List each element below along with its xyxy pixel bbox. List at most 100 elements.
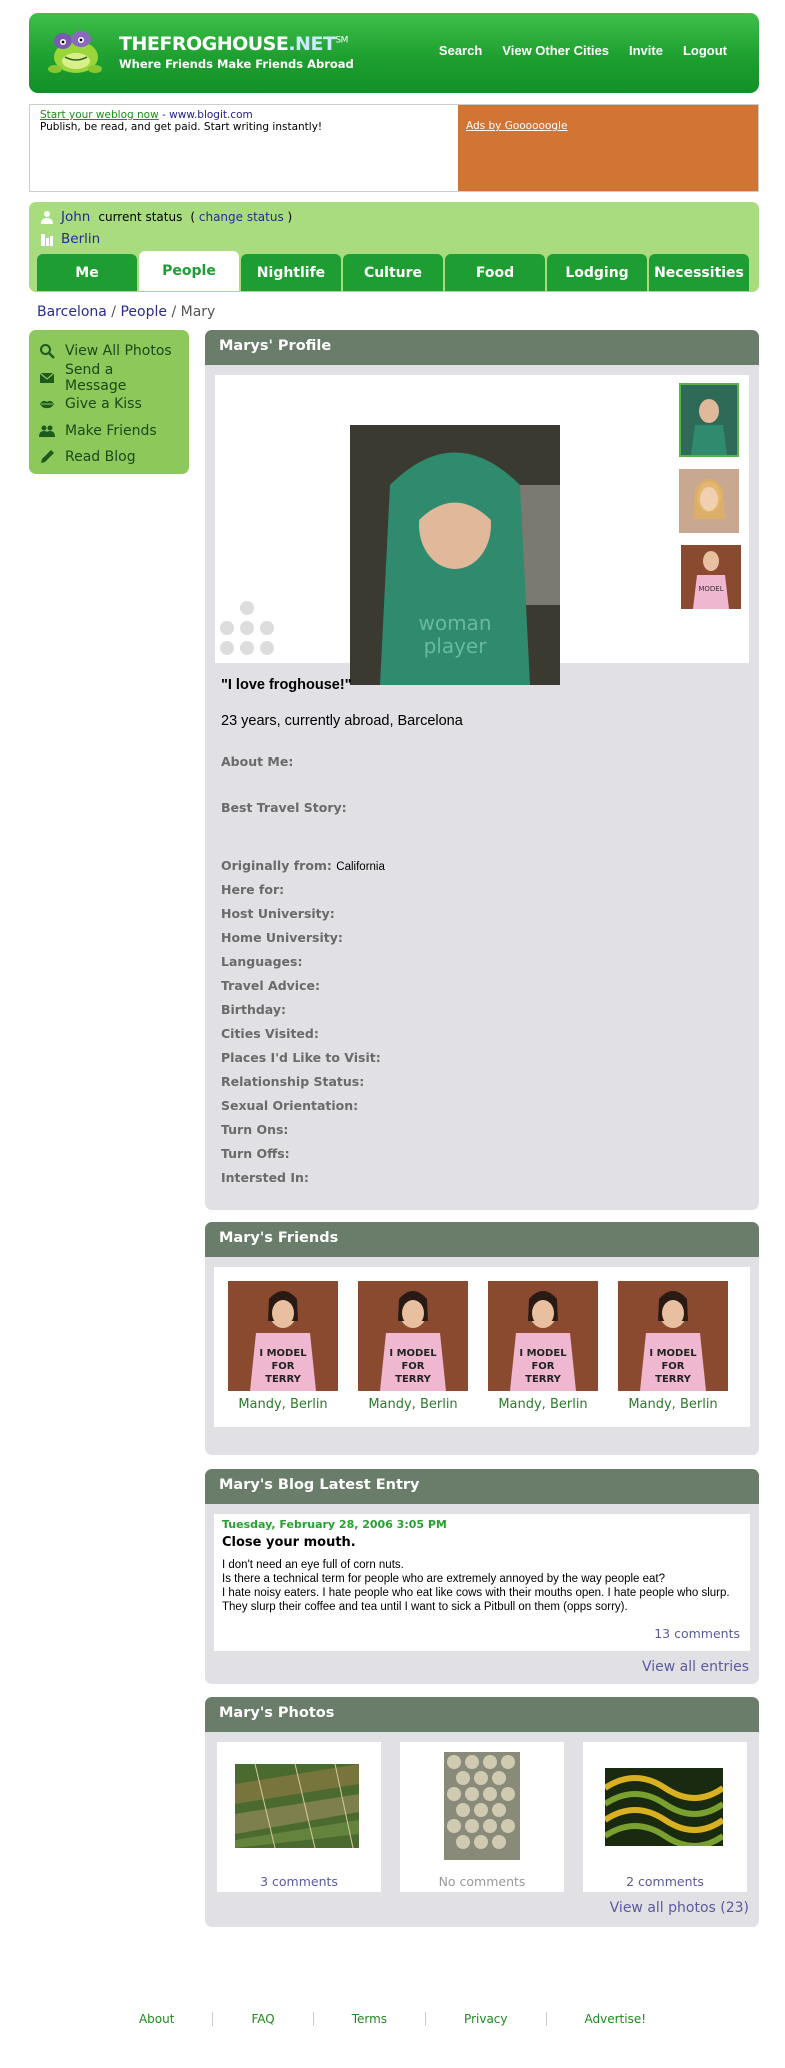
tab-me[interactable]: Me: [37, 254, 137, 291]
field-places-to-visit: Places I'd Like to Visit:: [221, 1050, 381, 1065]
field-turn-offs: Turn Offs:: [221, 1146, 290, 1161]
nav-invite[interactable]: Invite: [619, 43, 673, 58]
field-originally-from: Originally from: California: [221, 858, 385, 873]
tab-food[interactable]: Food: [445, 254, 545, 291]
footer-advertise[interactable]: Advertise!: [545, 2012, 685, 2026]
tab-lodging[interactable]: Lodging: [547, 254, 647, 291]
photo-card[interactable]: 3 comments: [217, 1742, 381, 1892]
breadcrumb-section[interactable]: People: [120, 304, 167, 320]
frog-logo-icon[interactable]: [43, 25, 105, 79]
person-icon: [41, 211, 53, 224]
profile-thumbnail-1[interactable]: [679, 383, 739, 457]
tab-necessities[interactable]: Necessities: [649, 254, 749, 291]
field-best-travel-story: Best Travel Story:: [221, 800, 347, 815]
friend-name-link[interactable]: Mandy, Berlin: [617, 1397, 729, 1412]
profile-thumbnail-2[interactable]: [679, 469, 739, 533]
friend-name-link[interactable]: Mandy, Berlin: [487, 1397, 599, 1412]
svg-text:TERRY: TERRY: [655, 1374, 692, 1385]
tab-people[interactable]: People: [139, 251, 239, 291]
svg-text:player: player: [424, 634, 488, 658]
brand-sm: SM: [335, 35, 348, 46]
breadcrumb-separator: /: [106, 304, 121, 320]
field-value: California: [336, 861, 385, 873]
blog-comments-link[interactable]: 13 comments: [654, 1626, 740, 1641]
photo-card[interactable]: 2 comments: [583, 1742, 747, 1892]
field-turn-ons: Turn Ons:: [221, 1122, 288, 1137]
photo-thumbnail[interactable]: [235, 1764, 359, 1848]
status-label: current status: [98, 210, 183, 224]
give-kiss-action[interactable]: Give a Kiss: [39, 391, 179, 418]
view-all-photos-link[interactable]: View all photos (23): [610, 1900, 749, 1916]
blog-entry-title[interactable]: Close your mouth.: [222, 1535, 356, 1550]
read-blog-action[interactable]: Read Blog: [39, 444, 179, 471]
main-profile-photo[interactable]: woman player: [350, 425, 560, 685]
ad-url: - www.blogit.com: [162, 109, 253, 121]
friend-name-link[interactable]: Mandy, Berlin: [357, 1397, 469, 1412]
friend-card[interactable]: I MODEL FOR TERRY Mandy, Berlin: [357, 1281, 469, 1412]
field-label: Host University:: [221, 906, 335, 921]
photo-thumbnail[interactable]: [605, 1768, 723, 1846]
field-interested-in: Intersted In:: [221, 1170, 309, 1185]
friend-name-link[interactable]: Mandy, Berlin: [227, 1397, 339, 1412]
pencil-icon: [41, 450, 54, 464]
field-label: Places I'd Like to Visit:: [221, 1050, 381, 1065]
friend-image: I MODEL FOR TERRY: [228, 1281, 338, 1391]
change-status-link[interactable]: change status: [199, 210, 284, 224]
svg-text:I MODEL: I MODEL: [389, 1348, 437, 1359]
photo-card[interactable]: No comments: [400, 1742, 564, 1892]
field-about-me: About Me:: [221, 754, 293, 769]
blog-line: I don't need an eye full of corn nuts.: [222, 1559, 404, 1571]
field-label: Sexual Orientation:: [221, 1098, 359, 1113]
friend-card[interactable]: I MODEL FOR TERRY Mandy, Berlin: [487, 1281, 599, 1412]
photo-comments-link[interactable]: 3 comments: [217, 1874, 381, 1889]
profile-panel: Marys' Profile woman player MODEL "I lov: [205, 330, 759, 1210]
svg-text:FOR: FOR: [531, 1361, 554, 1372]
action-label: View All Photos: [65, 343, 172, 360]
nav-view-other-cities[interactable]: View Other Cities: [492, 43, 619, 58]
current-user-link[interactable]: John: [61, 209, 90, 225]
friend-avatar[interactable]: I MODEL FOR TERRY: [228, 1281, 338, 1391]
friend-card[interactable]: I MODEL FOR TERRY Mandy, Berlin: [227, 1281, 339, 1412]
breadcrumb-current: Mary: [180, 304, 216, 320]
profile-title: Marys' Profile: [205, 330, 759, 365]
footer-privacy[interactable]: Privacy: [425, 2012, 545, 2026]
nav-search[interactable]: Search: [429, 43, 492, 58]
friend-avatar[interactable]: I MODEL FOR TERRY: [358, 1281, 468, 1391]
view-all-photos-action[interactable]: View All Photos: [39, 338, 179, 365]
svg-text:MODEL: MODEL: [698, 585, 723, 593]
footer-terms[interactable]: Terms: [312, 2012, 425, 2026]
footer-about[interactable]: About: [101, 2012, 212, 2026]
field-label: Originally from:: [221, 858, 332, 873]
current-city-link[interactable]: Berlin: [61, 231, 100, 247]
tab-nightlife[interactable]: Nightlife: [241, 254, 341, 291]
photo-thumbnail[interactable]: [444, 1752, 520, 1860]
paren-close: ): [287, 210, 293, 224]
brand-name[interactable]: THEFROGHOUSE.NETSM: [119, 33, 348, 55]
svg-text:FOR: FOR: [661, 1361, 684, 1372]
photo-comments-link[interactable]: 2 comments: [583, 1874, 747, 1889]
field-label: Cities Visited:: [221, 1026, 319, 1041]
svg-text:TERRY: TERRY: [525, 1374, 562, 1385]
friend-card[interactable]: I MODEL FOR TERRY Mandy, Berlin: [617, 1281, 729, 1412]
profile-thumbnail-3[interactable]: MODEL: [681, 545, 741, 609]
photos-panel: Mary's Photos 3 comments No comments 2 c…: [205, 1697, 759, 1927]
site-footer: About FAQ Terms Privacy Advertise!: [0, 2012, 785, 2026]
nav-logout[interactable]: Logout: [673, 43, 737, 58]
ads-by-google-link[interactable]: Ads by Goooooogle: [466, 120, 567, 132]
breadcrumb-city[interactable]: Barcelona: [37, 304, 107, 320]
friend-avatar[interactable]: I MODEL FOR TERRY: [488, 1281, 598, 1391]
friend-image: I MODEL FOR TERRY: [358, 1281, 468, 1391]
photo-comments-link[interactable]: No comments: [400, 1874, 564, 1889]
field-here-for: Here for:: [221, 882, 284, 897]
send-message-action[interactable]: Send a Message: [39, 362, 179, 394]
make-friends-action[interactable]: Make Friends: [39, 418, 179, 445]
svg-text:FOR: FOR: [271, 1361, 294, 1372]
friend-avatar[interactable]: I MODEL FOR TERRY: [618, 1281, 728, 1391]
ad-link[interactable]: Start your weblog now: [40, 109, 159, 121]
ad-text: Publish, be read, and get paid. Start wr…: [40, 121, 323, 133]
status-line: John current status ( change status ): [41, 209, 292, 225]
tab-culture[interactable]: Culture: [343, 254, 443, 291]
field-label: Here for:: [221, 882, 285, 897]
view-all-entries-link[interactable]: View all entries: [642, 1659, 749, 1675]
footer-faq[interactable]: FAQ: [212, 2012, 312, 2026]
